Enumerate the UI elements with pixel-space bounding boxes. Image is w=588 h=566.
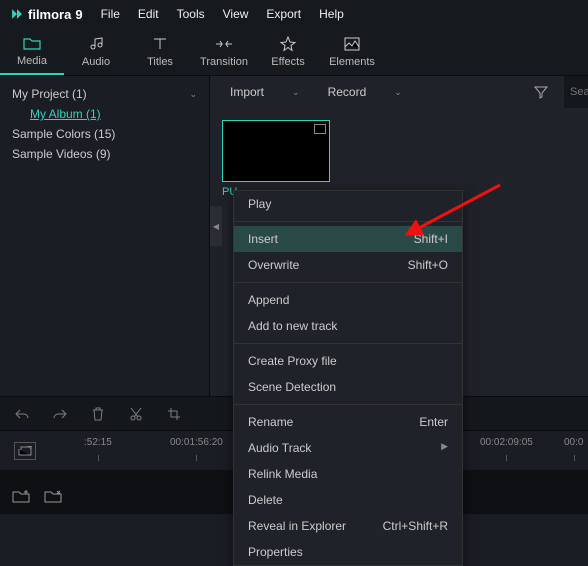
folder-icon	[23, 34, 41, 52]
cm-scene-label: Scene Detection	[248, 380, 336, 394]
delete-icon[interactable]	[90, 406, 106, 422]
tree-item-videos[interactable]: Sample Videos (9)	[12, 144, 197, 164]
context-menu: Play Insert Shift+I Overwrite Shift+O Appe…	[233, 190, 463, 566]
app-name: filmora	[28, 7, 71, 22]
app-version: 9	[75, 7, 82, 22]
cm-delete-label: Delete	[248, 493, 283, 507]
chevron-down-icon: ⌄	[394, 87, 402, 98]
crop-icon[interactable]	[166, 406, 182, 422]
cm-insert-shortcut: Shift+I	[414, 232, 448, 246]
tab-media[interactable]: Media	[0, 28, 64, 75]
cm-addtrack[interactable]: Add to new track	[234, 313, 462, 339]
cm-append-label: Append	[248, 293, 289, 307]
cm-rename-shortcut: Enter	[419, 415, 448, 429]
titles-icon	[152, 35, 168, 53]
cm-reveal-shortcut: Ctrl+Shift+R	[383, 519, 448, 533]
add-track-button[interactable]: +	[14, 442, 36, 460]
cm-reveal[interactable]: Reveal in Explorer Ctrl+Shift+R	[234, 513, 462, 539]
tab-elements-label: Elements	[329, 56, 375, 68]
tree-child-album[interactable]: My Album (1)	[12, 104, 197, 124]
tab-media-label: Media	[17, 55, 47, 67]
menu-tools[interactable]: Tools	[177, 7, 205, 21]
menu-view[interactable]: View	[223, 7, 249, 21]
tree-root-label: My Project (1)	[12, 87, 87, 101]
tab-titles-label: Titles	[147, 56, 173, 68]
media-thumbnail[interactable]	[222, 120, 330, 182]
svg-text:+: +	[27, 446, 32, 453]
ruler-tick: 00:02:09:05	[480, 437, 533, 448]
tab-audio[interactable]: Audio	[64, 28, 128, 75]
tree-root[interactable]: My Project (1) ⌄	[12, 84, 197, 104]
cm-properties[interactable]: Properties	[234, 539, 462, 565]
menu-help[interactable]: Help	[319, 7, 344, 21]
logo-icon	[10, 7, 24, 21]
delete-folder-icon[interactable]	[44, 488, 62, 504]
cm-play-label: Play	[248, 197, 271, 211]
cm-insert[interactable]: Insert Shift+I	[234, 226, 462, 252]
tree-item-colors[interactable]: Sample Colors (15)	[12, 124, 197, 144]
cm-proxy-label: Create Proxy file	[248, 354, 337, 368]
tab-audio-label: Audio	[82, 56, 110, 68]
cm-audiotrack[interactable]: Audio Track ▶	[234, 435, 462, 461]
cm-overwrite[interactable]: Overwrite Shift+O	[234, 252, 462, 278]
chevron-down-icon: ⌄	[189, 89, 197, 100]
search-input[interactable]: Sea	[564, 76, 588, 108]
record-dropdown[interactable]: Record ⌄	[320, 81, 410, 103]
effects-icon	[280, 35, 296, 53]
project-sidebar: My Project (1) ⌄ My Album (1) Sample Col…	[0, 76, 210, 396]
cm-separator	[234, 282, 462, 283]
cm-relink-label: Relink Media	[248, 467, 317, 481]
music-icon	[88, 35, 104, 53]
chevron-down-icon: ⌄	[292, 87, 300, 98]
collapse-handle[interactable]: ◀	[210, 206, 222, 246]
toolbar: Media Audio Titles Transition Effects El…	[0, 28, 588, 76]
import-dropdown[interactable]: Import ⌄	[222, 81, 308, 103]
cm-play[interactable]: Play	[234, 191, 462, 217]
filter-icon[interactable]	[534, 85, 548, 99]
cm-insert-label: Insert	[248, 232, 278, 246]
sidebar-actions	[12, 488, 62, 504]
cm-overwrite-shortcut: Shift+O	[408, 258, 448, 272]
thumbnail-badge-icon	[314, 124, 326, 134]
cm-delete[interactable]: Delete	[234, 487, 462, 513]
cm-separator	[234, 404, 462, 405]
cm-separator	[234, 343, 462, 344]
undo-icon[interactable]	[14, 406, 30, 422]
cut-icon[interactable]	[128, 406, 144, 422]
ruler-tick: 00:0	[564, 437, 583, 448]
ruler-tick: :52:15	[84, 437, 112, 448]
tab-effects-label: Effects	[271, 56, 304, 68]
cm-addtrack-label: Add to new track	[248, 319, 337, 333]
cm-relink[interactable]: Relink Media	[234, 461, 462, 487]
app-logo: filmora 9	[10, 7, 83, 22]
cm-properties-label: Properties	[248, 545, 303, 559]
cm-overwrite-label: Overwrite	[248, 258, 299, 272]
cm-append[interactable]: Append	[234, 287, 462, 313]
tab-transition[interactable]: Transition	[192, 28, 256, 75]
menu-edit[interactable]: Edit	[138, 7, 159, 21]
cm-audiotrack-label: Audio Track	[248, 441, 311, 455]
tab-effects[interactable]: Effects	[256, 28, 320, 75]
transition-icon	[215, 35, 233, 53]
record-label: Record	[328, 85, 367, 99]
elements-icon	[344, 35, 360, 53]
cm-rename-label: Rename	[248, 415, 293, 429]
cm-separator	[234, 221, 462, 222]
cm-reveal-label: Reveal in Explorer	[248, 519, 346, 533]
import-label: Import	[230, 85, 264, 99]
cm-scene[interactable]: Scene Detection	[234, 374, 462, 400]
chevron-right-icon: ▶	[441, 441, 448, 455]
tab-transition-label: Transition	[200, 56, 248, 68]
cm-rename[interactable]: Rename Enter	[234, 409, 462, 435]
cm-proxy[interactable]: Create Proxy file	[234, 348, 462, 374]
tab-titles[interactable]: Titles	[128, 28, 192, 75]
ruler-tick: 00:01:56:20	[170, 437, 223, 448]
menubar: filmora 9 File Edit Tools View Export Hel…	[0, 0, 588, 28]
tab-elements[interactable]: Elements	[320, 28, 384, 75]
menu-file[interactable]: File	[101, 7, 120, 21]
media-toolbar: Import ⌄ Record ⌄	[210, 76, 588, 108]
menu-export[interactable]: Export	[266, 7, 301, 21]
redo-icon[interactable]	[52, 406, 68, 422]
new-folder-icon[interactable]	[12, 488, 30, 504]
